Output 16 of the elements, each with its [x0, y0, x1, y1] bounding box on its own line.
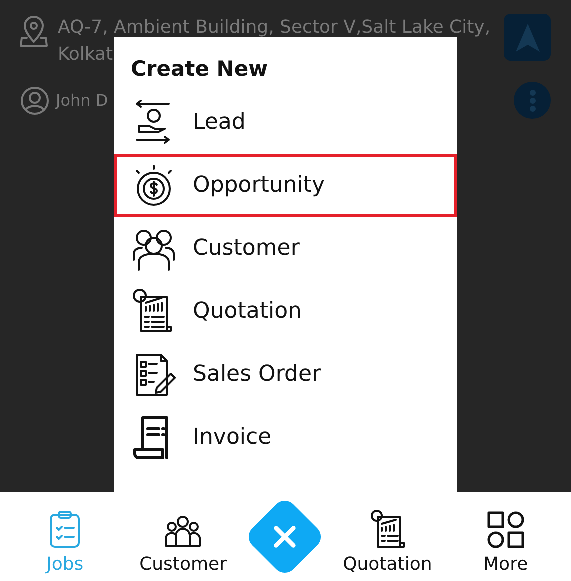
navigate-button[interactable]	[504, 14, 551, 61]
more-options-button[interactable]	[514, 82, 551, 119]
address-text: Kolkat	[58, 43, 114, 67]
nav-tab[interactable]: More	[450, 492, 561, 581]
close-icon	[272, 524, 298, 550]
location-pin-icon	[20, 16, 48, 48]
vertical-dots-icon	[528, 88, 536, 112]
menu-item[interactable]: Opportunity	[114, 154, 457, 217]
address-text: AQ-7, Ambient Building, Sector V,Salt Lake City,	[58, 16, 492, 40]
dialog-title: Create New	[130, 56, 269, 83]
person-icon	[20, 86, 50, 116]
navigation-arrow-icon	[514, 22, 540, 52]
nav-tab[interactable]: Customer	[128, 492, 238, 581]
nav-tab[interactable]: Quotation	[332, 492, 443, 581]
grid-icon	[486, 510, 526, 550]
contact-name: John D	[56, 90, 108, 112]
